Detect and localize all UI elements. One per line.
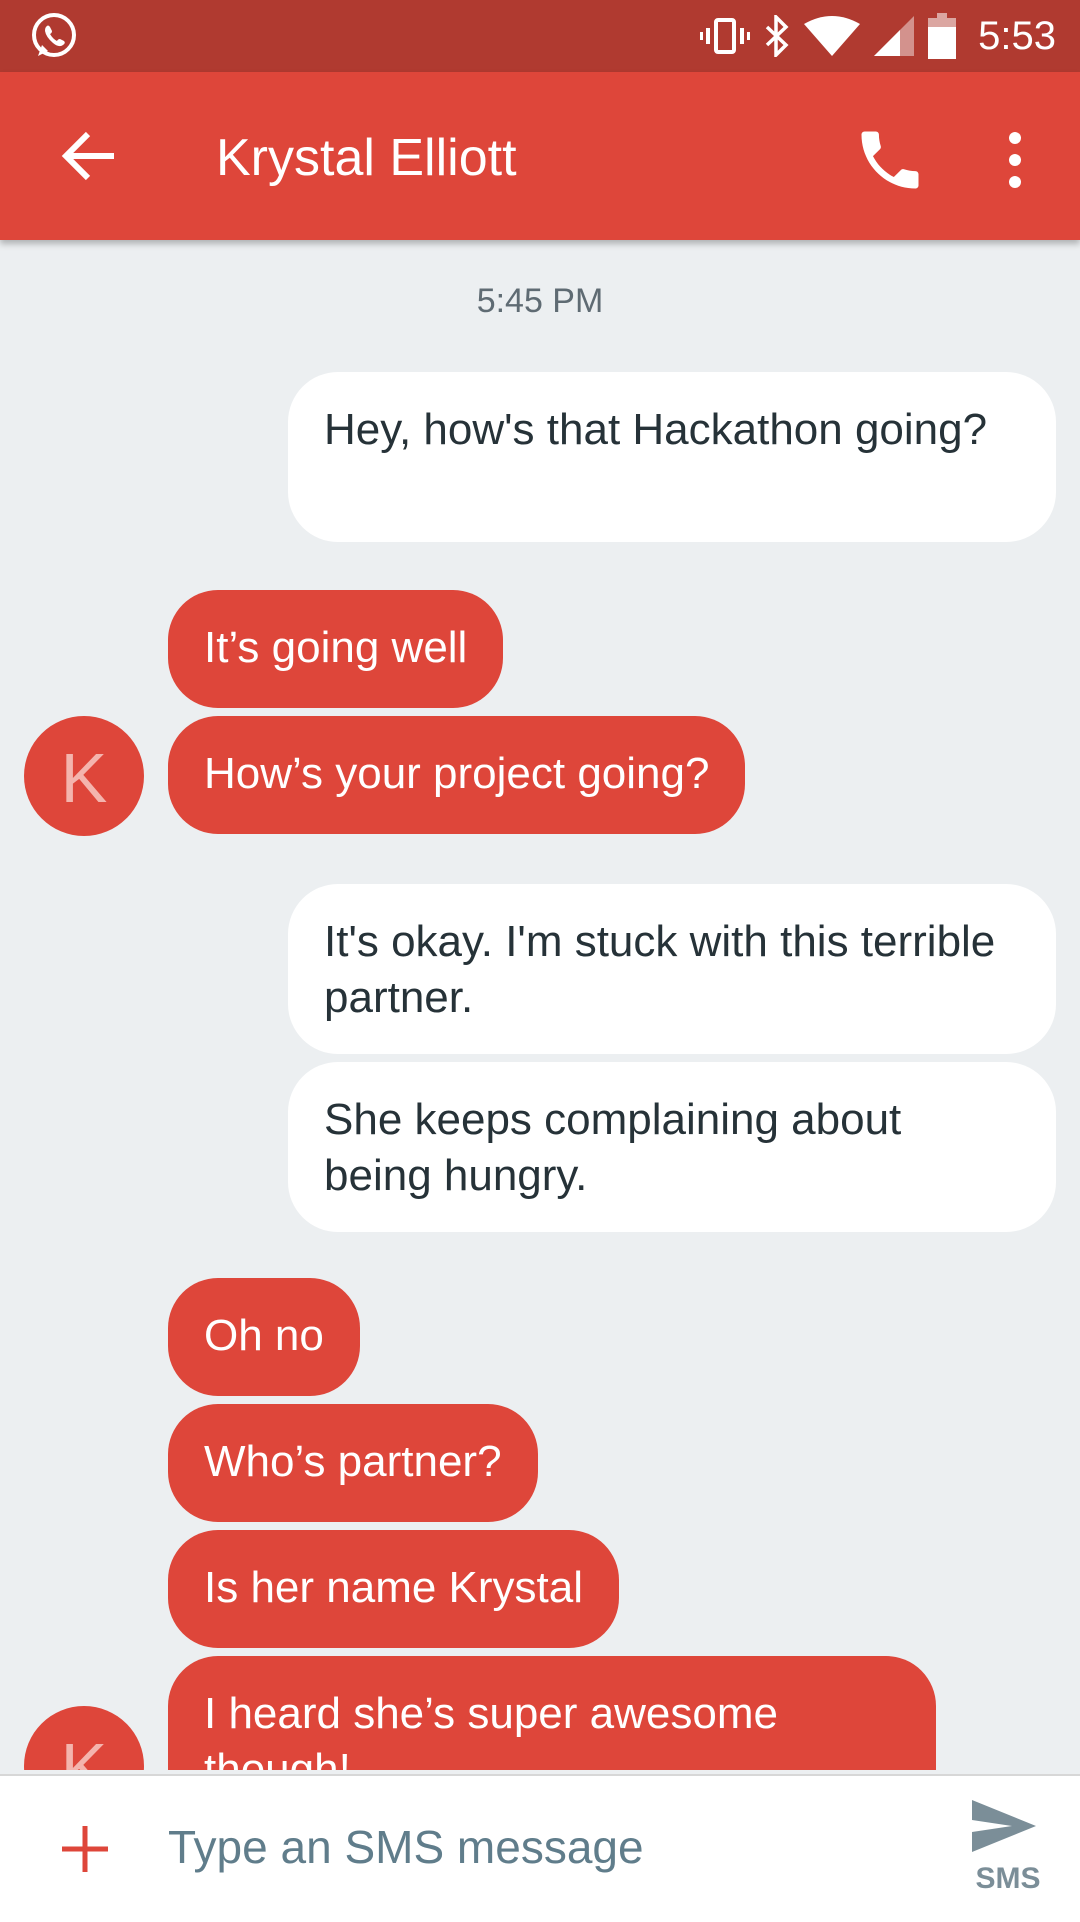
message-text: Oh no	[204, 1311, 324, 1360]
incoming-message[interactable]: Oh no	[168, 1278, 360, 1396]
phone-call-icon[interactable]	[852, 122, 928, 198]
message-composer: Type an SMS message SMS	[0, 1774, 1080, 1922]
outgoing-message[interactable]: Hey, how's that Hackathon going?	[288, 372, 1056, 542]
incoming-message[interactable]: Is her name Krystal	[168, 1530, 620, 1648]
sms-message-input[interactable]: Type an SMS message	[168, 1820, 644, 1874]
send-icon[interactable]	[968, 1796, 1040, 1856]
message-text: It’s going well	[204, 623, 468, 672]
back-arrow-icon[interactable]	[54, 120, 126, 192]
send-sms-label: SMS	[975, 1862, 1041, 1895]
contact-name: Krystal Elliott	[216, 129, 517, 187]
wifi-icon	[804, 16, 861, 56]
status-clock: 5:53	[978, 13, 1056, 58]
incoming-message[interactable]: I heard she’s super awesome though!	[168, 1656, 936, 1770]
attach-plus-icon[interactable]	[56, 1820, 114, 1878]
message-text: I heard she’s super awesome though!	[204, 1689, 778, 1770]
message-text: It's okay. I'm stuck with this terrible …	[324, 917, 996, 1022]
message-text: Who’s partner?	[204, 1437, 502, 1486]
message-text: Hey, how's that Hackathon going?	[324, 405, 988, 454]
app-bar: Krystal Elliott	[0, 72, 1080, 240]
incoming-message[interactable]: It’s going well	[168, 590, 504, 708]
message-list[interactable]: 5:45 PM Hey, how's that Hackathon going?…	[0, 240, 1080, 1770]
outgoing-message[interactable]: It's okay. I'm stuck with this terrible …	[288, 884, 1056, 1054]
contact-avatar[interactable]: K	[24, 716, 144, 836]
whatsapp-notification-icon	[32, 13, 76, 57]
status-bar: 5:53	[0, 0, 1080, 72]
incoming-message[interactable]: How’s your project going?	[168, 716, 746, 834]
message-text: Is her name Krystal	[204, 1563, 584, 1612]
bluetooth-icon	[765, 15, 789, 57]
message-text: She keeps complaining about being hungry…	[324, 1095, 902, 1200]
message-text: How’s your project going?	[204, 749, 710, 798]
cellular-signal-icon	[874, 16, 915, 56]
vibrate-icon	[700, 18, 751, 54]
outgoing-message[interactable]: She keeps complaining about being hungry…	[288, 1062, 1056, 1232]
incoming-message[interactable]: Who’s partner?	[168, 1404, 538, 1522]
more-options-icon[interactable]	[990, 122, 1040, 198]
contact-avatar[interactable]: K	[24, 1706, 144, 1770]
battery-icon	[928, 13, 957, 59]
message-timestamp: 5:45 PM	[476, 282, 604, 320]
